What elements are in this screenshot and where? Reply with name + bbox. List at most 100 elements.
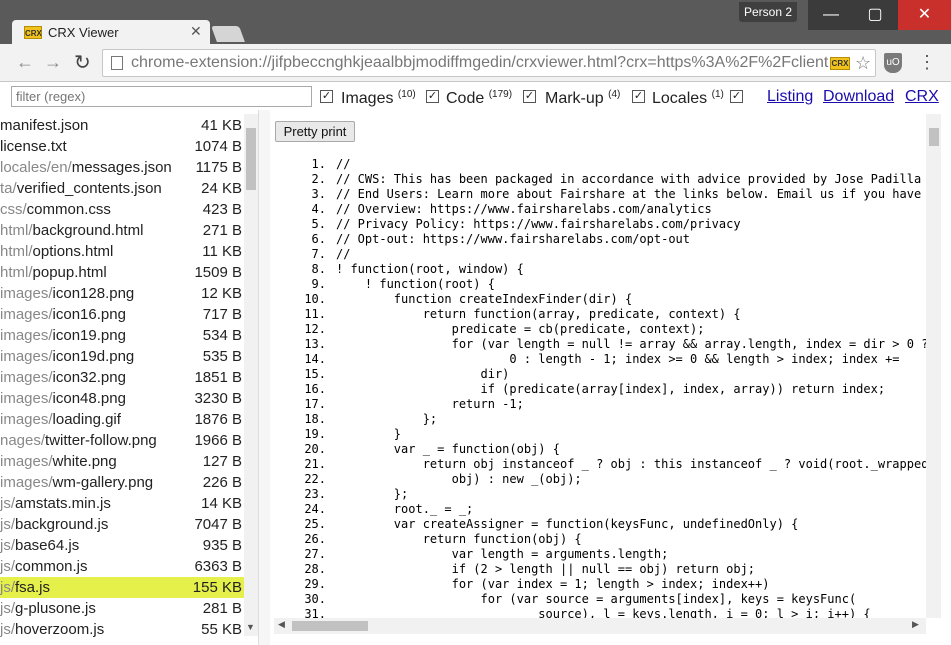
- file-list-item[interactable]: license.txt 1074 B: [0, 136, 244, 157]
- file-size: 717 B: [202, 306, 242, 323]
- file-list-item[interactable]: manifest.json 41 KB: [0, 115, 244, 136]
- line-text: };: [336, 487, 409, 501]
- pretty-print-button[interactable]: Pretty print: [275, 121, 355, 142]
- listing-link[interactable]: Listing: [767, 88, 813, 106]
- file-list-item[interactable]: images/icon128.png 12 KB: [0, 283, 244, 304]
- file-list-item[interactable]: images/wm-gallery.png 226 B: [0, 472, 244, 493]
- scroll-right-arrow-icon[interactable]: ▶: [912, 619, 919, 630]
- file-list-item[interactable]: images/icon19.png 534 B: [0, 325, 244, 346]
- new-tab-button[interactable]: [211, 26, 245, 42]
- scroll-left-arrow-icon[interactable]: ◀: [278, 619, 285, 630]
- file-name: twitter-follow.png: [45, 432, 157, 449]
- file-size: 6363 B: [194, 558, 242, 575]
- line-text: return obj instanceof _ ? obj : this ins…: [336, 457, 926, 471]
- file-list-item[interactable]: css/common.css 423 B: [0, 199, 244, 220]
- forward-arrow-icon[interactable]: →: [44, 52, 62, 73]
- file-size: 155 KB: [192, 579, 242, 596]
- code-line: 6. // Opt-out: https://www.fairsharelabs.…: [270, 232, 690, 247]
- minimize-button[interactable]: —: [808, 0, 854, 30]
- code-line: 28. if (2 > length || null == obj) retur…: [270, 562, 755, 577]
- address-bar[interactable]: chrome-extension://jifpbeccnghkjeaalbbjm…: [102, 49, 876, 77]
- file-list-item[interactable]: js/base64.js 935 B: [0, 535, 244, 556]
- file-name: options.html: [32, 243, 114, 260]
- file-dir: js/: [0, 558, 15, 575]
- file-size: 41 KB: [201, 117, 242, 134]
- file-list-scrollbar[interactable]: [244, 114, 258, 636]
- page-content: ✓ Images (10) ✓ Code (179) ✓ Mark-up (4)…: [0, 82, 951, 645]
- line-text: obj) : new _(obj);: [336, 472, 582, 486]
- file-list-item[interactable]: images/white.png 127 B: [0, 451, 244, 472]
- line-text: predicate = cb(predicate, context);: [336, 322, 705, 336]
- file-list-item[interactable]: html/options.html 11 KB: [0, 241, 244, 262]
- line-text: for (var index = 1; length > index; inde…: [336, 577, 770, 591]
- code-vertical-scroll-thumb[interactable]: [929, 128, 939, 146]
- code-vertical-scrollbar[interactable]: [926, 114, 941, 618]
- code-checkbox[interactable]: ✓: [426, 90, 439, 103]
- filter-input[interactable]: [11, 86, 312, 107]
- file-name: icon48.png: [52, 390, 126, 407]
- file-name: background.html: [32, 222, 144, 239]
- file-list-item[interactable]: images/loading.gif 1876 B: [0, 409, 244, 430]
- file-list-item[interactable]: html/popup.html 1509 B: [0, 262, 244, 283]
- reload-icon[interactable]: ↻: [74, 50, 91, 75]
- panel-divider[interactable]: [258, 110, 270, 645]
- tab-crx-viewer[interactable]: CRX CRX Viewer ✕: [12, 20, 210, 46]
- file-list-item[interactable]: images/icon48.png 3230 B: [0, 388, 244, 409]
- code-line: 2. // CWS: This has been packaged in acco…: [270, 172, 926, 187]
- images-checkbox[interactable]: ✓: [320, 90, 333, 103]
- code-line: 10. function createIndexFinder(dir) {: [270, 292, 632, 307]
- crx-favicon-icon: CRX: [24, 26, 42, 39]
- code-horizontal-scroll-thumb[interactable]: [292, 621, 368, 631]
- file-size: 24 KB: [201, 180, 242, 197]
- file-list-item[interactable]: locales/en/messages.json 1175 B: [0, 157, 244, 178]
- code-line: 23. };: [270, 487, 408, 502]
- back-arrow-icon[interactable]: ←: [16, 52, 34, 73]
- close-window-button[interactable]: ✕: [898, 0, 951, 30]
- code-line: 20. var _ = function(obj) {: [270, 442, 560, 457]
- file-name: verified_contents.json: [16, 180, 162, 197]
- profile-button[interactable]: Person 2: [739, 2, 797, 22]
- file-list-item[interactable]: images/icon32.png 1851 B: [0, 367, 244, 388]
- bookmark-star-icon[interactable]: ☆: [855, 53, 871, 74]
- file-list-item[interactable]: js/amstats.min.js 14 KB: [0, 493, 244, 514]
- locales-checkbox[interactable]: ✓: [632, 90, 645, 103]
- markup-checkbox[interactable]: ✓: [523, 90, 536, 103]
- line-number: 21.: [304, 457, 326, 471]
- line-text: // Opt-out: https://www.fairsharelabs.co…: [336, 232, 691, 246]
- file-list-scroll-thumb[interactable]: [246, 128, 256, 190]
- file-list-item[interactable]: js/hoverzoom.js 55 KB: [0, 619, 244, 640]
- close-tab-icon[interactable]: ✕: [190, 23, 202, 40]
- url-text[interactable]: chrome-extension://jifpbeccnghkjeaalbbjm…: [131, 54, 828, 72]
- file-list-item[interactable]: js/common.js 6363 B: [0, 556, 244, 577]
- code-horizontal-scrollbar[interactable]: ◀ ▶: [274, 618, 926, 634]
- file-dir: images/: [0, 474, 53, 491]
- file-list-item[interactable]: images/icon16.png 717 B: [0, 304, 244, 325]
- crx-extension-icon[interactable]: CRX: [830, 57, 850, 70]
- file-list-item[interactable]: html/background.html 271 B: [0, 220, 244, 241]
- file-dir: js/: [0, 579, 15, 596]
- file-list-item[interactable]: js/fsa.js 155 KB: [0, 577, 244, 598]
- download-link[interactable]: Download: [823, 88, 894, 106]
- crx-link[interactable]: CRX: [905, 88, 939, 106]
- scroll-down-arrow-icon[interactable]: ▼: [246, 622, 255, 632]
- browser-window: Person 2 — ▢ ✕ CRX CRX Viewer ✕ ← → ↻ ch…: [0, 0, 951, 645]
- line-number: 24.: [304, 502, 326, 516]
- file-name: hoverzoom.js: [15, 621, 105, 638]
- ublock-shield-icon[interactable]: uO: [884, 53, 902, 73]
- file-list-item[interactable]: nages/twitter-follow.png 1966 B: [0, 430, 244, 451]
- file-name: background.js: [15, 516, 109, 533]
- file-list-item[interactable]: ta/verified_contents.json 24 KB: [0, 178, 244, 199]
- file-name: license.txt: [0, 138, 67, 155]
- file-dir: html/: [0, 222, 33, 239]
- file-list-item[interactable]: images/icon19d.png 535 B: [0, 346, 244, 367]
- menu-icon[interactable]: ⋮: [918, 52, 936, 73]
- line-text: for (var source = arguments[index], keys…: [336, 592, 857, 606]
- title-bar: Person 2 — ▢ ✕ CRX CRX Viewer ✕: [0, 0, 951, 46]
- misc-checkbox[interactable]: ✓: [730, 90, 743, 103]
- file-list-item[interactable]: js/g-plusone.js 281 B: [0, 598, 244, 619]
- line-text: //: [336, 247, 351, 261]
- line-number: 27.: [304, 547, 326, 561]
- maximize-button[interactable]: ▢: [852, 0, 898, 30]
- file-size: 281 B: [202, 600, 242, 617]
- file-list-item[interactable]: js/background.js 7047 B: [0, 514, 244, 535]
